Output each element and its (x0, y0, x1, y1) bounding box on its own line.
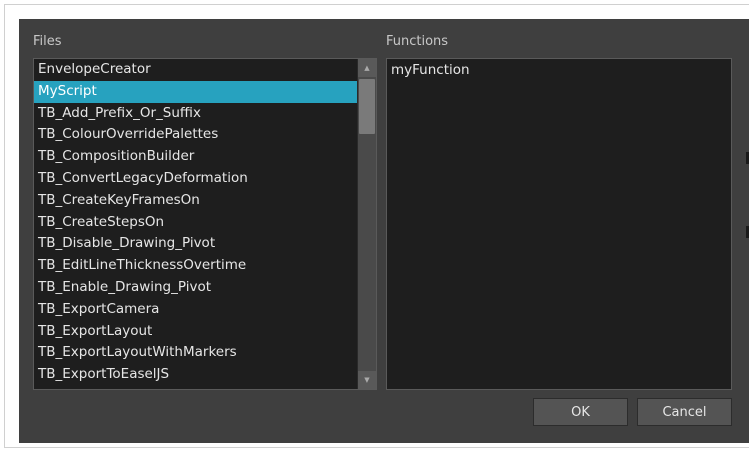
files-label: Files (33, 34, 62, 49)
scroll-down-arrow-icon[interactable]: ▼ (358, 371, 376, 389)
file-list-item[interactable]: TB_Disable_Drawing_Pivot (34, 233, 358, 255)
file-list-item[interactable]: MyScript (34, 80, 358, 103)
scroll-up-arrow-icon[interactable]: ▲ (358, 59, 376, 77)
file-list-item[interactable]: TB_ExportCamera (34, 299, 358, 321)
file-list-item[interactable]: TB_CreateStepsOn (34, 212, 358, 234)
file-list-item[interactable]: TB_Enable_Drawing_Pivot (34, 277, 358, 299)
cancel-button[interactable]: Cancel (637, 398, 732, 426)
file-list-item[interactable]: TB_CreateKeyFramesOn (34, 190, 358, 212)
file-list-item[interactable]: TB_Add_Prefix_Or_Suffix (34, 103, 358, 125)
scroll-thumb[interactable] (359, 79, 375, 134)
functions-items: myFunction (387, 59, 731, 82)
files-items: EnvelopeCreator MyScript TB_Add_Prefix_Or_… (34, 59, 358, 389)
functions-list[interactable]: myFunction (386, 58, 732, 390)
file-list-item[interactable]: TB_ExportLayoutWithMarkers (34, 342, 358, 364)
script-select-dialog: Files Functions EnvelopeCreator MyScript T… (19, 19, 749, 443)
file-list-item[interactable]: TB_ColourOverridePalettes (34, 124, 358, 146)
file-list-item[interactable]: TB_EditLineThicknessOvertime (34, 255, 358, 277)
files-scrollbar[interactable]: ▲ ▼ (357, 59, 376, 389)
file-list-item[interactable]: TB_ConvertLegacyDeformation (34, 168, 358, 190)
file-list-item[interactable]: TB_CompositionBuilder (34, 146, 358, 168)
ok-button[interactable]: OK (533, 398, 628, 426)
file-list-item[interactable]: TB_ExportLayout (34, 321, 358, 343)
function-list-item[interactable]: myFunction (387, 60, 731, 82)
file-list-item[interactable]: EnvelopeCreator (34, 59, 358, 81)
functions-label: Functions (386, 34, 449, 49)
file-list-item[interactable]: TB_ExportToEaselJS (34, 364, 358, 386)
files-list[interactable]: EnvelopeCreator MyScript TB_Add_Prefix_Or_… (33, 58, 377, 390)
